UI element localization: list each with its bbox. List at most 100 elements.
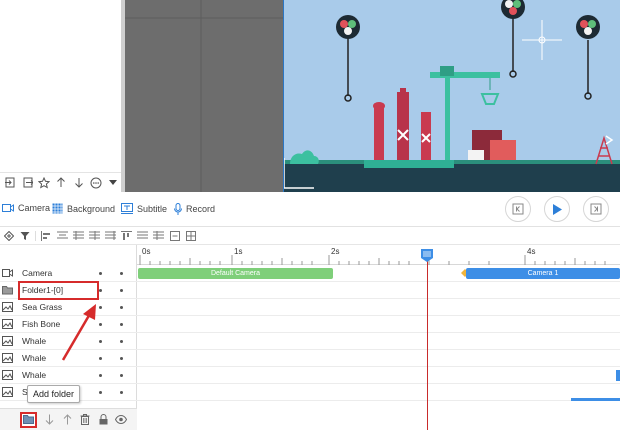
play-button[interactable] — [544, 196, 570, 222]
subtitle-icon — [121, 203, 133, 214]
distribute-h-icon[interactable] — [89, 230, 100, 241]
align-right-icon[interactable] — [73, 230, 84, 241]
background-tool-button[interactable]: Background — [52, 203, 115, 214]
align-left-icon[interactable] — [41, 230, 52, 241]
lock-dot[interactable] — [120, 272, 123, 275]
filter-icon[interactable] — [19, 230, 30, 241]
microphone-icon — [174, 203, 182, 215]
ruler-tick-label: 4s — [527, 247, 536, 256]
lock-dot[interactable] — [120, 323, 123, 326]
align-middle-icon[interactable] — [137, 230, 148, 241]
subtitle-tool-label: Subtitle — [137, 203, 168, 214]
object-list-toolbar — [0, 172, 121, 192]
image-icon — [2, 353, 13, 363]
next-frame-button[interactable] — [583, 196, 609, 222]
timeline-row — [137, 282, 620, 299]
track-row[interactable]: Whale — [0, 367, 137, 384]
record-tool-label: Record — [186, 204, 216, 214]
timeline-area[interactable]: Default Camera Camera 1 — [137, 265, 620, 408]
background-tool-label: Background — [67, 203, 116, 214]
track-label: Whale — [22, 336, 47, 346]
stage-offcanvas — [125, 0, 283, 192]
lock-dot[interactable] — [120, 374, 123, 377]
move-up-icon[interactable] — [61, 414, 73, 426]
visibility-dot[interactable] — [99, 391, 102, 394]
distribute-v-icon[interactable] — [105, 230, 116, 241]
timeline-row — [137, 384, 620, 401]
timeline-row: Default Camera Camera 1 — [137, 265, 620, 282]
star-icon[interactable] — [36, 174, 52, 191]
keyframe-icon[interactable] — [3, 230, 14, 241]
lock-dot[interactable] — [120, 306, 123, 309]
timeline-ruler[interactable]: 0s 1s 2s 4s — [137, 245, 620, 265]
more-icon[interactable] — [88, 174, 104, 191]
visibility-dot[interactable] — [99, 374, 102, 377]
track-toolbar — [0, 408, 137, 430]
annotation-arrow-icon — [61, 304, 96, 361]
add-folder-button[interactable] — [20, 411, 37, 428]
ruler-tick-label: 2s — [331, 247, 340, 256]
background-icon — [52, 203, 63, 214]
ruler-tick-label: 1s — [234, 247, 243, 256]
lock-dot[interactable] — [120, 340, 123, 343]
top-area — [0, 0, 620, 192]
track-label: Camera — [22, 268, 53, 278]
ruler-tick-label: 0s — [142, 247, 151, 256]
arrow-up-icon[interactable] — [53, 174, 69, 191]
dropdown-icon[interactable] — [105, 174, 121, 191]
camera-icon — [2, 269, 13, 277]
align-bottom-icon[interactable] — [153, 230, 164, 241]
add-folder-tooltip: Add folder — [27, 385, 81, 403]
folder-highlight-box — [18, 281, 99, 300]
lock-dot[interactable] — [120, 357, 123, 360]
stage-canvas[interactable] — [283, 0, 620, 192]
align-top-icon[interactable] — [121, 230, 132, 241]
align-center-icon[interactable] — [57, 230, 68, 241]
visibility-dot[interactable] — [99, 272, 102, 275]
previous-frame-button[interactable] — [505, 196, 531, 222]
track-label: Whale — [22, 370, 47, 380]
grid-icon[interactable] — [185, 230, 196, 241]
timeline-row — [137, 316, 620, 333]
timeline-row — [137, 299, 620, 316]
clip-edge[interactable] — [571, 398, 620, 401]
folder-icon — [23, 415, 34, 424]
prev-frame-icon — [512, 203, 524, 215]
play-icon — [553, 203, 562, 215]
export-icon[interactable] — [19, 174, 35, 191]
timeline-row — [137, 333, 620, 350]
import-icon[interactable] — [2, 174, 18, 191]
timeline-row — [137, 350, 620, 367]
ruler-ticks — [139, 255, 606, 265]
playhead-handle[interactable] — [420, 248, 434, 262]
scene-illustration — [284, 0, 620, 192]
delete-keyframe-icon[interactable] — [169, 230, 180, 241]
camera-1-clip[interactable]: Camera 1 — [466, 268, 620, 279]
image-icon — [2, 387, 13, 397]
track-row-camera[interactable]: Camera — [0, 265, 137, 282]
image-icon — [2, 302, 13, 312]
toolbar-divider — [35, 230, 36, 241]
camera-tool-button[interactable]: Camera — [2, 203, 50, 213]
default-camera-clip[interactable]: Default Camera — [138, 268, 333, 279]
visibility-dot[interactable] — [99, 289, 102, 292]
image-icon — [2, 336, 13, 346]
lock-dot[interactable] — [120, 289, 123, 292]
playhead-line — [427, 258, 428, 430]
camera-icon — [2, 204, 14, 212]
clip-edge[interactable] — [616, 370, 620, 381]
trash-icon[interactable] — [79, 414, 91, 426]
move-down-icon[interactable] — [43, 414, 55, 426]
arrow-down-icon[interactable] — [71, 174, 87, 191]
lock-dot[interactable] — [120, 391, 123, 394]
eye-icon[interactable] — [115, 414, 127, 426]
image-icon — [2, 370, 13, 380]
camera-tool-label: Camera — [18, 203, 51, 213]
record-tool-button[interactable]: Record — [174, 203, 215, 215]
track-label: Whale — [22, 353, 47, 363]
timeline-row — [137, 367, 620, 384]
lock-icon[interactable] — [97, 414, 109, 426]
timeline-toolbar — [0, 227, 620, 245]
subtitle-tool-button[interactable]: Subtitle — [121, 203, 167, 214]
tool-row: Camera Background Subtitle Record — [0, 192, 620, 227]
